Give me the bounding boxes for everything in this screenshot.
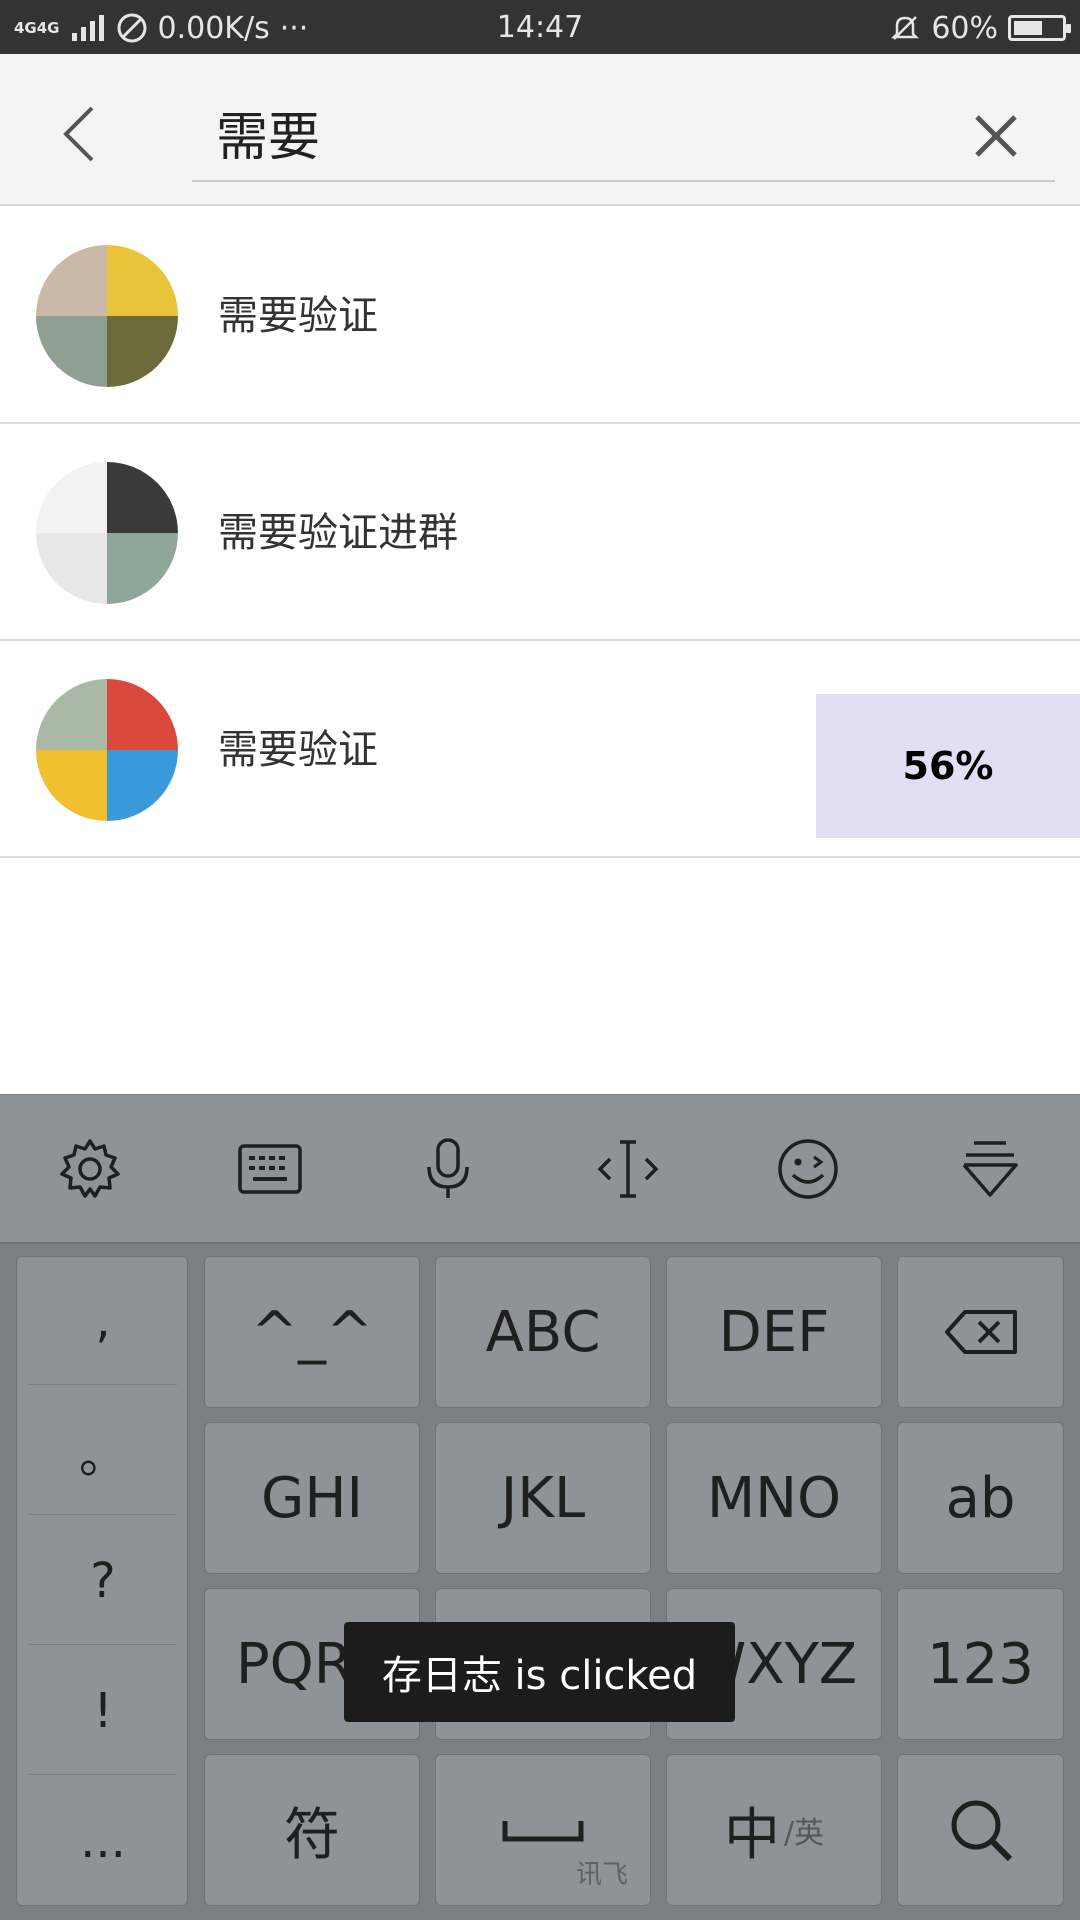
punctuation-key[interactable]: 。 bbox=[29, 1387, 177, 1515]
search-icon bbox=[951, 1800, 1012, 1862]
microphone-icon[interactable] bbox=[412, 1133, 484, 1205]
result-label: 需要验证进群 bbox=[218, 510, 458, 556]
battery-fill bbox=[1014, 21, 1042, 35]
search-key[interactable] bbox=[897, 1754, 1064, 1906]
key-mno[interactable]: MNO bbox=[666, 1422, 882, 1574]
keyboard-icon[interactable] bbox=[234, 1133, 306, 1205]
key-abc[interactable]: ABC bbox=[435, 1256, 651, 1408]
punctuation-key[interactable]: ... bbox=[29, 1777, 177, 1905]
punctuation-key[interactable]: ! bbox=[29, 1647, 177, 1775]
back-button[interactable] bbox=[40, 94, 120, 174]
collapse-keyboard-icon[interactable] bbox=[954, 1133, 1026, 1205]
gear-icon[interactable] bbox=[54, 1133, 126, 1205]
search-input[interactable] bbox=[192, 84, 1055, 182]
progress-overlay: 56% bbox=[816, 694, 1080, 838]
battery-icon bbox=[1008, 15, 1071, 41]
status-right: 60% bbox=[889, 8, 1071, 48]
space-hint: 讯飞 bbox=[575, 1860, 628, 1890]
list-item[interactable]: 需要验证 bbox=[0, 208, 1080, 424]
list-item[interactable]: 需要验证进群 bbox=[0, 425, 1080, 641]
close-icon bbox=[975, 115, 1017, 157]
result-label: 需要验证 bbox=[218, 293, 378, 339]
key-def[interactable]: DEF bbox=[666, 1256, 882, 1408]
chevron-left-icon bbox=[63, 106, 94, 162]
punctuation-key[interactable]: ? bbox=[29, 1517, 177, 1645]
key-symbols[interactable]: 符 bbox=[204, 1754, 420, 1906]
toast-message: 存日志 is clicked bbox=[344, 1622, 735, 1722]
punctuation-key[interactable]: , bbox=[29, 1257, 177, 1385]
avatar bbox=[36, 462, 178, 604]
cursor-icon[interactable] bbox=[592, 1133, 664, 1205]
key-face[interactable]: ^_^ bbox=[204, 1256, 420, 1408]
emoji-icon[interactable] bbox=[772, 1133, 844, 1205]
language-sub-label: /英 bbox=[783, 1816, 825, 1851]
clear-search-button[interactable] bbox=[960, 100, 1032, 172]
result-label: 需要验证 bbox=[218, 727, 378, 773]
punctuation-column: , 。 ? ! ... bbox=[16, 1256, 188, 1906]
search-header bbox=[0, 54, 1080, 206]
space-key[interactable]: 讯飞 bbox=[435, 1754, 651, 1906]
language-main-label: 中 bbox=[723, 1802, 780, 1868]
keyboard-toolbar bbox=[0, 1094, 1080, 1242]
bell-muted-icon bbox=[891, 16, 920, 40]
avatar bbox=[36, 679, 178, 821]
battery-percent: 60% bbox=[931, 10, 998, 46]
language-switch-key[interactable]: 中/英 bbox=[666, 1754, 882, 1906]
space-icon bbox=[502, 1821, 584, 1842]
avatar bbox=[36, 245, 178, 387]
key-ab-switch[interactable]: ab bbox=[897, 1422, 1064, 1574]
backspace-icon bbox=[944, 1310, 1017, 1354]
backspace-key[interactable] bbox=[897, 1256, 1064, 1408]
status-bar: 4G4G 0.00K/s ··· 14:47 60% bbox=[0, 0, 1080, 54]
key-ghi[interactable]: GHI bbox=[204, 1422, 420, 1574]
key-123[interactable]: 123 bbox=[897, 1588, 1064, 1740]
key-jkl[interactable]: JKL bbox=[435, 1422, 651, 1574]
